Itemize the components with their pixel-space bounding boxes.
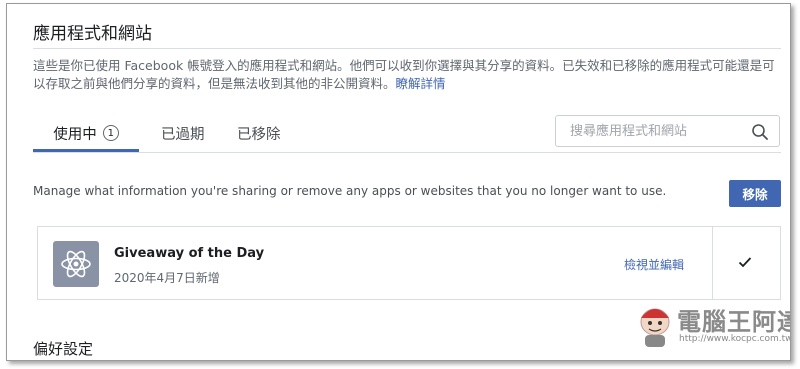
tabs-divider	[33, 152, 781, 153]
card-separator	[712, 227, 713, 299]
title-divider	[33, 48, 781, 49]
mascot-icon	[640, 308, 670, 347]
preferences-heading: 偏好設定	[33, 340, 94, 358]
search-box[interactable]	[555, 115, 780, 147]
remove-button[interactable]: 移除	[729, 180, 781, 207]
app-checkbox[interactable]	[738, 254, 752, 273]
tab-removed-label: 已移除	[237, 126, 281, 143]
watermark: 電腦王阿達 http://www.kocpc.com.tw	[627, 298, 791, 358]
watermark-url: http://www.kocpc.com.tw	[679, 334, 791, 344]
app-added-date: 2020年4月7日新增	[114, 271, 220, 285]
view-edit-link[interactable]: 檢視並編輯	[624, 256, 684, 273]
tab-active[interactable]: 使用中 1	[33, 114, 139, 152]
tab-expired[interactable]: 已過期	[161, 114, 205, 152]
manage-hint: Manage what information you're sharing o…	[33, 184, 667, 198]
active-count-badge: 1	[102, 125, 119, 141]
search-input[interactable]	[568, 122, 742, 140]
app-settings-panel: 應用程式和網站 這些是你已使用 Facebook 帳號登入的應用程式和網站。他們…	[6, 3, 791, 361]
tab-removed[interactable]: 已移除	[237, 114, 281, 152]
checkmark-icon	[738, 257, 752, 268]
page-title: 應用程式和網站	[33, 24, 152, 44]
app-row: Giveaway of the Day 2020年4月7日新增 檢視並編輯	[37, 226, 781, 300]
atom-icon	[53, 241, 99, 287]
search-icon[interactable]	[751, 123, 769, 145]
description: 這些是你已使用 Facebook 帳號登入的應用程式和網站。他們可以收到你選擇與…	[33, 57, 783, 93]
learn-more-link[interactable]: 瞭解詳情	[396, 76, 446, 91]
watermark-text: 電腦王阿達	[677, 308, 791, 336]
app-name: Giveaway of the Day	[114, 246, 265, 261]
tab-expired-label: 已過期	[161, 126, 205, 143]
tab-active-label: 使用中	[53, 126, 97, 143]
